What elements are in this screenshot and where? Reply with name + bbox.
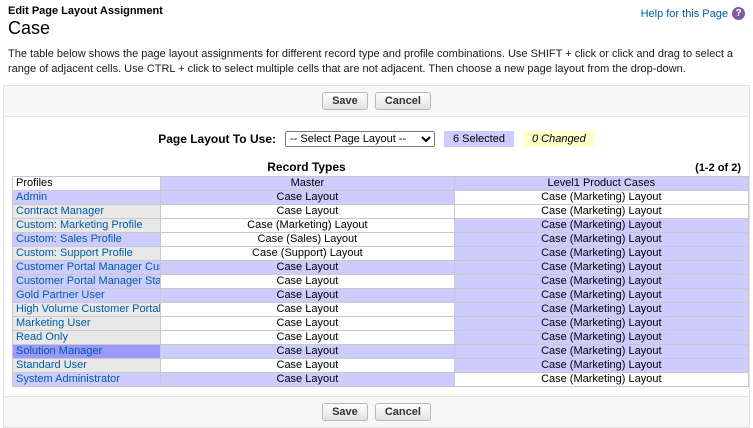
table-row: Marketing User Case LayoutCase (Marketing…	[13, 316, 749, 330]
help-icon[interactable]: ?	[732, 7, 745, 20]
profile-row-header[interactable]: Custom: Marketing Profile	[13, 218, 161, 232]
assignment-cell[interactable]: Case Layout	[161, 204, 454, 218]
table-row: Custom: Sales Profile Case (Sales) Layout…	[13, 232, 749, 246]
table-row: High Volume Customer PortalCase LayoutCa…	[13, 302, 749, 316]
table-row: Customer Portal Manager StandardCase Lay…	[13, 274, 749, 288]
range-label: (1-2 of 2)	[453, 162, 741, 174]
profile-link[interactable]: Standard User	[16, 359, 87, 371]
column-header-master[interactable]: Master	[161, 176, 454, 190]
profile-link[interactable]: Admin	[16, 191, 47, 203]
table-row: Standard User Case LayoutCase (Marketing)…	[13, 358, 749, 372]
profile-link[interactable]: Marketing User	[16, 317, 91, 329]
profile-link[interactable]: Read Only	[16, 331, 68, 343]
table-row: Contract Manager Case LayoutCase (Marketi…	[13, 204, 749, 218]
page-layout-select[interactable]: -- Select Page Layout --	[285, 131, 435, 147]
assignment-cell[interactable]: Case (Support) Layout	[161, 246, 454, 260]
table-row: System Administrator Case LayoutCase (Mar…	[13, 372, 749, 386]
selected-count-badge: 6 Selected	[444, 131, 514, 147]
assignment-cell[interactable]: Case Layout	[161, 288, 454, 302]
profile-row-header[interactable]: Custom: Sales Profile	[13, 232, 161, 246]
assignment-cell[interactable]: Case (Marketing) Layout	[454, 232, 748, 246]
profile-row-header[interactable]: Customer Portal Manager Custom	[13, 260, 161, 274]
table-row: Gold Partner User Case LayoutCase (Market…	[13, 288, 749, 302]
profile-link[interactable]: System Administrator	[16, 373, 120, 385]
assignment-cell[interactable]: Case Layout	[161, 274, 454, 288]
breadcrumb: Edit Page Layout Assignment	[8, 5, 163, 17]
header-row: Profiles Master Level1 Product Cases	[13, 176, 749, 190]
assignment-cell[interactable]: Case (Marketing) Layout	[454, 204, 748, 218]
column-header-level1-product-cases[interactable]: Level1 Product Cases	[454, 176, 748, 190]
assignment-cell[interactable]: Case (Marketing) Layout	[454, 246, 748, 260]
assignment-cell[interactable]: Case Layout	[161, 190, 454, 204]
table-row: Solution Manager Case LayoutCase (Marketi…	[13, 344, 749, 358]
profile-row-header[interactable]: High Volume Customer Portal	[13, 302, 161, 316]
cancel-button[interactable]: Cancel	[375, 92, 431, 110]
page-layout-picker: Page Layout To Use: -- Select Page Layou…	[4, 131, 749, 147]
profile-row-header[interactable]: Customer Portal Manager Standard	[13, 274, 161, 288]
title-block: Edit Page Layout Assignment Case	[8, 5, 163, 39]
help-area: Help for this Page ?	[641, 5, 745, 20]
assignment-cell[interactable]: Case (Marketing) Layout	[454, 288, 748, 302]
changed-count-badge: 0 Changed	[523, 131, 595, 147]
assignment-cell[interactable]: Case (Marketing) Layout	[454, 316, 748, 330]
profile-link[interactable]: High Volume Customer Portal	[16, 303, 161, 315]
table-row: Custom: Support Profile Case (Support) La…	[13, 246, 749, 260]
profile-row-header[interactable]: Custom: Support Profile	[13, 246, 161, 260]
assignment-cell[interactable]: Case (Marketing) Layout	[454, 190, 748, 204]
table-row: Admin Case LayoutCase (Marketing) Layout	[13, 190, 749, 204]
assignment-cell[interactable]: Case (Marketing) Layout	[454, 330, 748, 344]
profile-row-header[interactable]: Read Only	[13, 330, 161, 344]
assignment-cell[interactable]: Case Layout	[161, 302, 454, 316]
assignment-cell[interactable]: Case Layout	[161, 330, 454, 344]
profile-link[interactable]: Custom: Marketing Profile	[16, 219, 143, 231]
description-text: The table below shows the page layout as…	[0, 39, 753, 83]
assignment-cell[interactable]: Case (Marketing) Layout	[454, 358, 748, 372]
profile-row-header[interactable]: Contract Manager	[13, 204, 161, 218]
bottom-button-bar: Save Cancel	[4, 396, 749, 427]
profile-row-header[interactable]: Admin	[13, 190, 161, 204]
top-button-bar: Save Cancel	[4, 86, 749, 117]
profile-row-header[interactable]: Marketing User	[13, 316, 161, 330]
page-header: Edit Page Layout Assignment Case Help fo…	[0, 0, 753, 39]
assignment-cell[interactable]: Case (Marketing) Layout	[454, 274, 748, 288]
profile-link[interactable]: Customer Portal Manager Custom	[16, 261, 161, 273]
help-link[interactable]: Help for this Page	[641, 8, 728, 20]
profile-row-header[interactable]: Gold Partner User	[13, 288, 161, 302]
profile-link[interactable]: Gold Partner User	[16, 289, 105, 301]
assignment-cell[interactable]: Case Layout	[161, 358, 454, 372]
profile-row-header[interactable]: Standard User	[13, 358, 161, 372]
assignment-cell[interactable]: Case Layout	[161, 316, 454, 330]
profile-row-header[interactable]: System Administrator	[13, 372, 161, 386]
profiles-header: Profiles	[13, 176, 161, 190]
assignment-cell[interactable]: Case (Sales) Layout	[161, 232, 454, 246]
assignment-cell[interactable]: Case (Marketing) Layout	[454, 218, 748, 232]
assignment-cell[interactable]: Case (Marketing) Layout	[454, 344, 748, 358]
table-caption-row: Record Types (1-2 of 2)	[12, 160, 741, 174]
assignment-cell[interactable]: Case Layout	[161, 372, 454, 386]
profile-link[interactable]: Solution Manager	[16, 345, 102, 357]
assignment-cell[interactable]: Case (Marketing) Layout	[454, 302, 748, 316]
assignment-cell[interactable]: Case (Marketing) Layout	[161, 218, 454, 232]
profile-link[interactable]: Customer Portal Manager Standard	[16, 275, 161, 287]
table-row: Read Only Case LayoutCase (Marketing) Lay…	[13, 330, 749, 344]
main-panel: Save Cancel Page Layout To Use: -- Selec…	[3, 85, 750, 428]
page-title: Case	[8, 18, 163, 39]
profile-link[interactable]: Custom: Support Profile	[16, 247, 133, 259]
save-button[interactable]: Save	[322, 92, 368, 110]
assignment-cell[interactable]: Case (Marketing) Layout	[454, 260, 748, 274]
profile-row-header[interactable]: Solution Manager	[13, 344, 161, 358]
assignment-cell[interactable]: Case Layout	[161, 260, 454, 274]
table-row: Customer Portal Manager CustomCase Layou…	[13, 260, 749, 274]
profile-link[interactable]: Custom: Sales Profile	[16, 233, 122, 245]
assignment-cell[interactable]: Case Layout	[161, 344, 454, 358]
picker-label: Page Layout To Use:	[158, 132, 276, 146]
record-types-label: Record Types	[160, 160, 453, 174]
table-row: Custom: Marketing Profile Case (Marketing…	[13, 218, 749, 232]
profile-link[interactable]: Contract Manager	[16, 205, 104, 217]
assignment-table: Profiles Master Level1 Product Cases Adm…	[12, 176, 749, 387]
assignment-cell[interactable]: Case (Marketing) Layout	[454, 372, 748, 386]
